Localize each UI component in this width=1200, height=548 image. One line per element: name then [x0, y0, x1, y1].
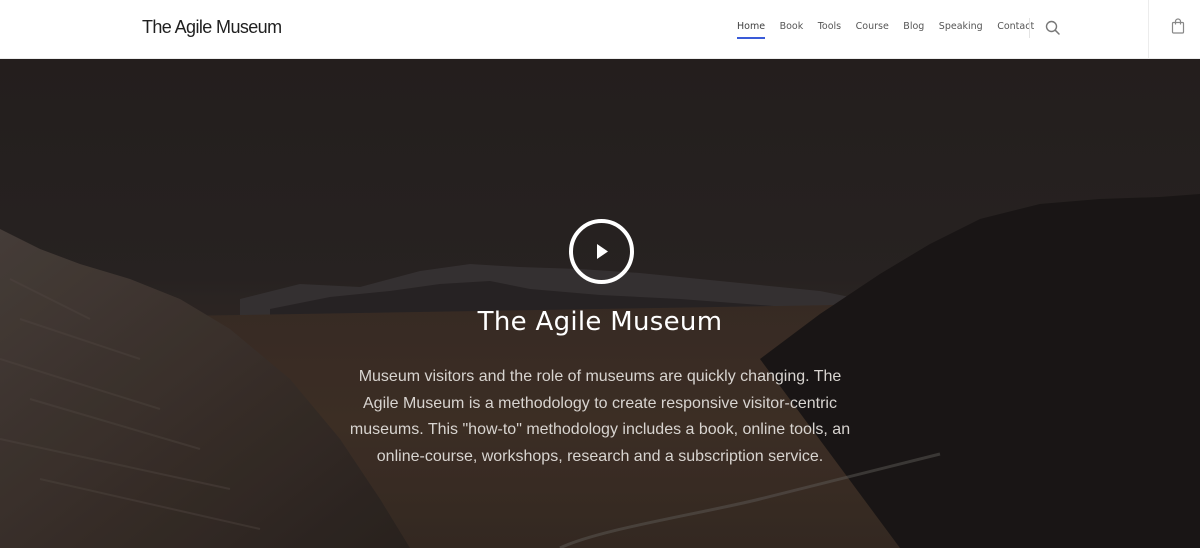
cart-area: [1148, 0, 1200, 59]
nav-item-blog[interactable]: Blog: [903, 21, 924, 38]
hero-background-image: [0, 59, 1200, 548]
nav-divider: [1029, 18, 1030, 38]
main-nav: Home Book Tools Course Blog Speaking Con…: [737, 21, 1049, 39]
shopping-bag-icon[interactable]: [1171, 18, 1185, 34]
nav-item-tools[interactable]: Tools: [818, 21, 841, 38]
nav-item-course[interactable]: Course: [856, 21, 889, 38]
nav-item-home[interactable]: Home: [737, 21, 766, 39]
site-logo[interactable]: The Agile Museum: [142, 17, 282, 38]
nav-item-speaking[interactable]: Speaking: [939, 21, 983, 38]
play-video-button[interactable]: [568, 218, 635, 285]
hero-title: The Agile Museum: [477, 307, 723, 337]
search-icon[interactable]: [1044, 19, 1062, 37]
hero-description: Museum visitors and the role of museums …: [349, 368, 851, 465]
nav-item-book[interactable]: Book: [780, 21, 804, 38]
hero-section: The Agile Museum Museum visitors and the…: [0, 59, 1200, 548]
site-header: The Agile Museum Home Book Tools Course …: [0, 0, 1200, 59]
play-icon: [569, 219, 634, 284]
